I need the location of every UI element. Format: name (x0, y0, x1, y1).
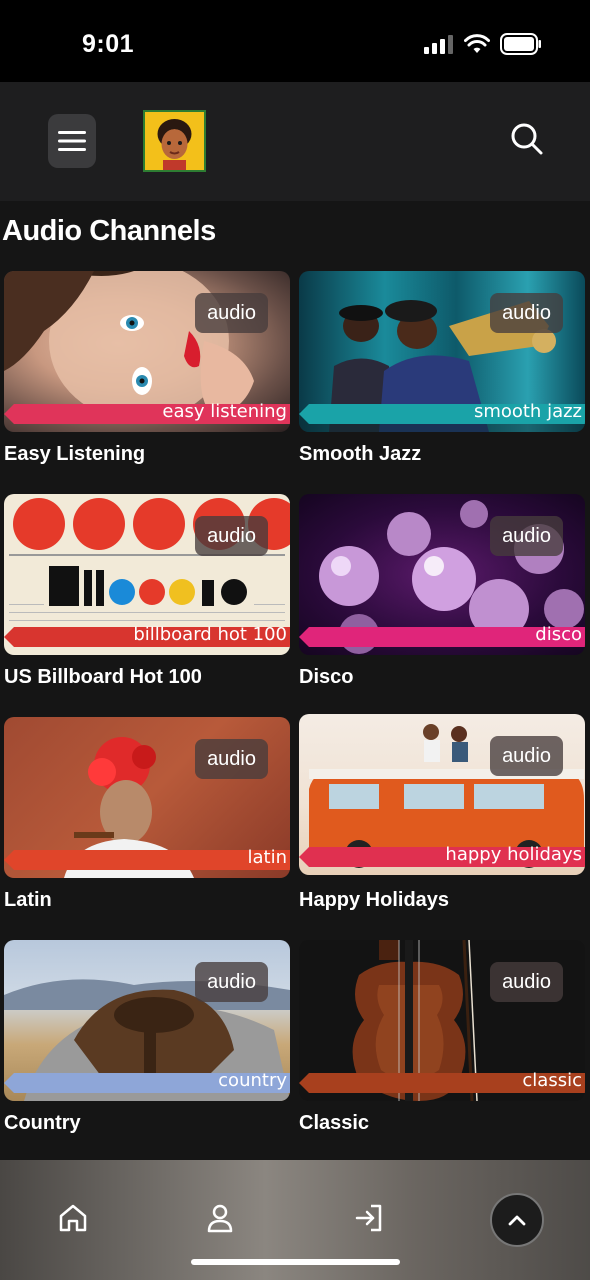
channel-thumbnail[interactable]: audio easy listening (4, 271, 290, 432)
audio-badge: audio (490, 736, 563, 776)
nav-login[interactable] (351, 1200, 387, 1236)
bottom-nav (0, 1160, 590, 1280)
user-icon (207, 1204, 233, 1233)
chevron-up-icon (508, 1215, 526, 1226)
channel-title[interactable]: Latin (4, 889, 52, 912)
home-indicator (191, 1259, 400, 1265)
channel-card-country[interactable]: audio country Country (4, 940, 290, 1134)
channel-card-happy-holidays[interactable]: audio happy holidays Happy Holidays (299, 714, 585, 911)
home-icon (59, 1204, 87, 1232)
channel-thumbnail[interactable]: audio classic (299, 940, 585, 1101)
channel-title[interactable]: Country (4, 1112, 81, 1135)
battery-icon (500, 33, 541, 55)
genre-ribbon-label: country (218, 1070, 287, 1091)
channel-card-classic[interactable]: audio classic Classic (299, 940, 585, 1134)
audio-badge: audio (490, 516, 563, 556)
genre-ribbon: smooth jazz (299, 401, 585, 424)
channel-title[interactable]: Smooth Jazz (299, 443, 421, 466)
audio-badge: audio (490, 293, 563, 333)
channel-card-easy-listening[interactable]: audio easy listening Easy Listening (4, 271, 290, 465)
app-header (0, 82, 590, 201)
status-bar: 9:01 (0, 0, 590, 82)
wifi-icon (464, 34, 490, 53)
channel-title[interactable]: Happy Holidays (299, 889, 449, 912)
channel-card-billboard-hot-100[interactable]: audio billboard hot 100 US Billboard Hot… (4, 494, 290, 688)
genre-ribbon: latin (4, 847, 290, 870)
genre-ribbon-label: smooth jazz (473, 401, 582, 422)
audio-badge: audio (195, 516, 268, 556)
search-button[interactable] (510, 122, 544, 156)
channel-thumbnail[interactable]: audio latin (4, 717, 290, 878)
signal-icon (424, 35, 453, 54)
login-icon (355, 1204, 382, 1232)
genre-ribbon-label: latin (247, 847, 288, 868)
nav-profile[interactable] (202, 1200, 238, 1236)
search-icon (511, 123, 543, 155)
status-time: 9:01 (82, 30, 135, 58)
genre-ribbon: disco (299, 624, 585, 647)
channel-card-disco[interactable]: audio disco Disco (299, 494, 585, 688)
content-area: Audio Channels audio easy listening Easy… (0, 201, 590, 1161)
menu-button[interactable] (48, 114, 96, 168)
scroll-to-top-button[interactable] (490, 1193, 544, 1247)
channel-card-smooth-jazz[interactable]: audio smooth jazz Smooth Jazz (299, 271, 585, 465)
section-title: Audio Channels (2, 215, 216, 247)
avatar-logo[interactable] (143, 110, 206, 172)
channel-thumbnail[interactable]: audio smooth jazz (299, 271, 585, 432)
channel-thumbnail[interactable]: audio happy holidays (299, 714, 585, 875)
genre-ribbon-label: happy holidays (445, 844, 582, 865)
genre-ribbon-label: billboard hot 100 (133, 624, 287, 645)
nav-home[interactable] (55, 1200, 91, 1236)
channel-title[interactable]: US Billboard Hot 100 (4, 666, 202, 689)
genre-ribbon: billboard hot 100 (4, 624, 290, 647)
genre-ribbon: country (4, 1070, 290, 1093)
genre-ribbon: classic (299, 1070, 585, 1093)
audio-badge: audio (195, 962, 268, 1002)
hamburger-icon (58, 131, 86, 151)
genre-ribbon-label: disco (535, 624, 582, 645)
audio-badge: audio (195, 739, 268, 779)
audio-badge: audio (490, 962, 563, 1002)
channel-title[interactable]: Classic (299, 1112, 369, 1135)
channel-card-latin[interactable]: audio latin Latin (4, 717, 290, 911)
channel-thumbnail[interactable]: audio country (4, 940, 290, 1101)
channel-thumbnail[interactable]: audio billboard hot 100 (4, 494, 290, 655)
channel-thumbnail[interactable]: audio disco (299, 494, 585, 655)
genre-ribbon: happy holidays (299, 844, 585, 867)
genre-ribbon-label: classic (522, 1070, 582, 1091)
status-icons (424, 33, 542, 55)
genre-ribbon: easy listening (4, 401, 290, 424)
channel-title[interactable]: Disco (299, 666, 353, 689)
genre-ribbon-label: easy listening (162, 401, 287, 422)
audio-badge: audio (195, 293, 268, 333)
channel-title[interactable]: Easy Listening (4, 443, 145, 466)
